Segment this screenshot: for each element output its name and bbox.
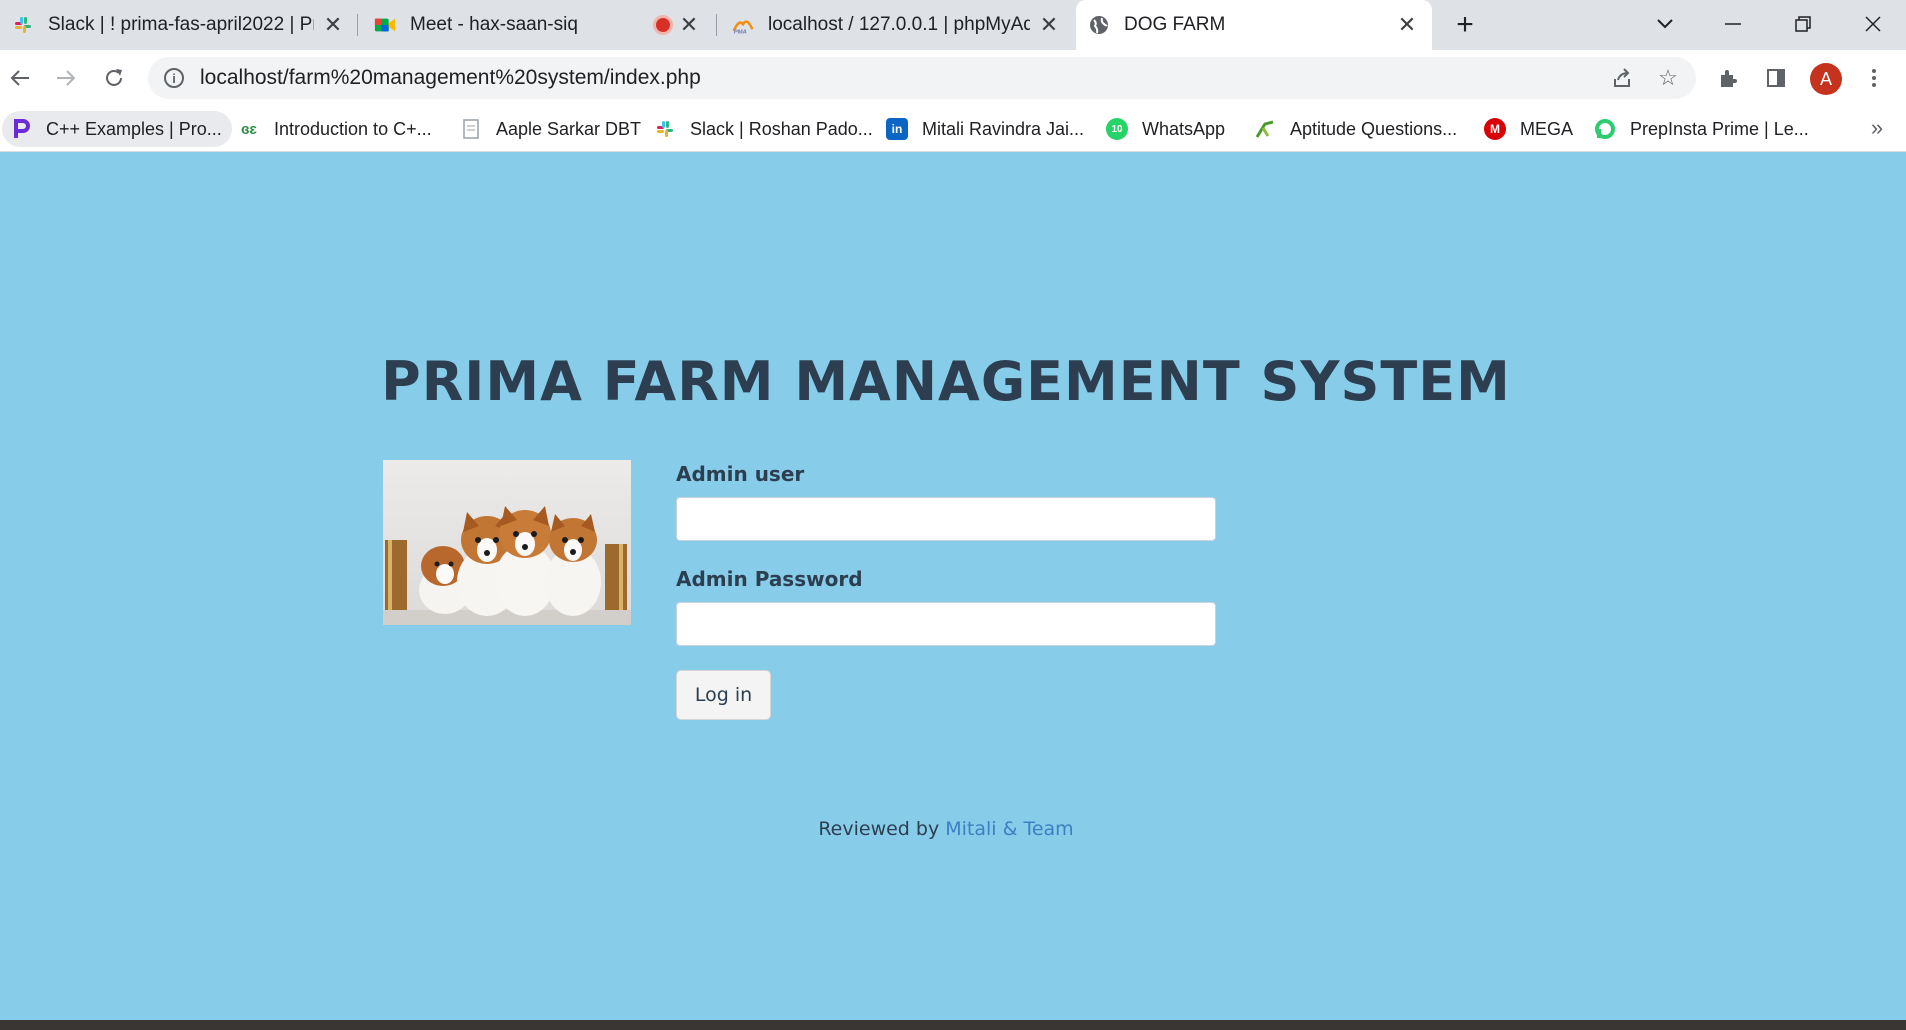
linkedin-icon: in <box>886 118 908 140</box>
bookmark-label: Aptitude Questions... <box>1290 118 1458 139</box>
geeksforgeeks-icon: ɞɛ <box>241 120 257 138</box>
bookmark-label: MEGA <box>1520 118 1574 139</box>
address-bar[interactable]: i localhost/farm%20management%20system/i… <box>148 57 1696 99</box>
admin-user-label: Admin user <box>676 462 805 486</box>
bookmark-cpp-examples[interactable]: C++ Examples | Pro... <box>2 111 232 147</box>
tab-separator <box>716 14 717 36</box>
site-info-icon[interactable]: i <box>164 68 184 88</box>
phpmyadmin-icon: PMA <box>732 14 754 36</box>
tab-title: Meet - hax-saan-siq <box>410 14 578 35</box>
globe-icon <box>1088 14 1110 36</box>
new-tab-button[interactable]: + <box>1446 6 1484 44</box>
bookmarks-bar: C++ Examples | Pro... ɞɛ Introduction to… <box>0 106 1906 152</box>
slack-icon <box>654 118 676 140</box>
back-button[interactable] <box>2 60 38 96</box>
profile-avatar[interactable]: A <box>1810 63 1842 95</box>
whatsapp-badge: 10 <box>1111 123 1123 135</box>
bookmark-label: PrepInsta Prime | Le... <box>1630 118 1809 139</box>
tab-title: DOG FARM <box>1124 14 1226 35</box>
bookmark-label: Slack | Roshan Pado... <box>690 118 873 139</box>
side-panel-icon[interactable] <box>1760 62 1792 94</box>
footer-team-link[interactable]: Mitali & Team <box>945 818 1073 840</box>
page-title: PRIMA FARM MANAGEMENT SYSTEM <box>381 350 1511 413</box>
url-text[interactable]: localhost/farm%20management%20system/ind… <box>200 66 701 90</box>
browser-toolbar: i localhost/farm%20management%20system/i… <box>0 50 1906 106</box>
more-bookmarks-icon[interactable]: » <box>1862 112 1892 144</box>
menu-kebab-icon[interactable] <box>1858 62 1890 94</box>
browser-tab-strip: Slack | ! prima-fas-april2022 | Pri ✕ Me… <box>0 0 1906 50</box>
tab-separator <box>357 14 358 36</box>
close-tab-icon[interactable]: ✕ <box>678 12 700 37</box>
tab-meet[interactable]: Meet - hax-saan-siq ✕ <box>362 0 714 50</box>
bookmark-linkedin-mitali[interactable]: in Mitali Ravindra Jai... <box>886 111 1084 147</box>
close-window-button[interactable] <box>1850 6 1896 42</box>
tab-dog-farm[interactable]: DOG FARM ✕ <box>1076 0 1432 50</box>
bookmark-introduction-cpp[interactable]: ɞɛ Introduction to C+... <box>238 111 432 147</box>
bookmark-label: Aaple Sarkar DBT <box>496 118 642 139</box>
tab-title: Slack | ! prima-fas-april2022 | Pri <box>48 14 314 35</box>
bookmark-whatsapp[interactable]: 10 WhatsApp <box>1106 111 1225 147</box>
google-meet-icon <box>374 14 396 36</box>
tab-search-icon[interactable] <box>1642 6 1688 42</box>
admin-user-input[interactable] <box>676 497 1216 541</box>
forward-button[interactable] <box>48 60 84 96</box>
footer: Reviewed by Mitali & Team <box>0 818 1892 840</box>
bookmark-prepinsta[interactable]: PrepInsta Prime | Le... <box>1594 111 1809 147</box>
admin-password-label: Admin Password <box>676 567 863 591</box>
bookmark-label: Introduction to C+... <box>274 118 432 139</box>
recording-icon <box>656 18 670 32</box>
whatsapp-icon: 10 <box>1106 118 1128 140</box>
tab-title: localhost / 127.0.0.1 | phpMyAdm <box>768 14 1030 35</box>
login-button[interactable]: Log in <box>676 670 771 720</box>
bookmark-star-icon[interactable]: ☆ <box>1654 64 1682 92</box>
slack-icon <box>12 14 34 36</box>
bookmark-label: WhatsApp <box>1142 118 1226 139</box>
tab-slack[interactable]: Slack | ! prima-fas-april2022 | Pri ✕ <box>0 0 358 50</box>
svg-text:PMA: PMA <box>734 29 747 35</box>
extensions-icon[interactable] <box>1712 62 1744 94</box>
close-tab-icon[interactable]: ✕ <box>1038 12 1060 37</box>
bookmark-slack-roshan[interactable]: Slack | Roshan Pado... <box>654 111 873 147</box>
footer-text: Reviewed by <box>818 818 940 840</box>
admin-password-input[interactable] <box>676 602 1216 646</box>
indiabix-icon <box>1254 118 1276 140</box>
reload-button[interactable] <box>96 60 132 96</box>
bookmark-aptitude-questions[interactable]: Aptitude Questions... <box>1254 111 1457 147</box>
close-tab-icon[interactable]: ✕ <box>1396 12 1418 37</box>
restore-button[interactable] <box>1780 6 1826 42</box>
taskbar-edge <box>0 1020 1906 1030</box>
share-icon[interactable] <box>1608 64 1636 92</box>
mega-icon: M <box>1484 118 1506 140</box>
document-icon <box>460 118 482 140</box>
bookmark-aaple-sarkar[interactable]: Aaple Sarkar DBT <box>460 111 641 147</box>
close-tab-icon[interactable]: ✕ <box>322 12 344 37</box>
bookmark-label: Mitali Ravindra Jai... <box>922 118 1085 139</box>
bookmark-label: C++ Examples | Pro... <box>46 118 222 139</box>
prepinsta-icon <box>1594 118 1616 140</box>
puppies-photo <box>383 460 631 625</box>
minimize-button[interactable] <box>1710 6 1756 42</box>
bookmark-mega[interactable]: M MEGA <box>1484 111 1573 147</box>
programiz-icon <box>10 118 32 140</box>
tab-phpmyadmin[interactable]: PMA localhost / 127.0.0.1 | phpMyAdm ✕ <box>720 0 1074 50</box>
